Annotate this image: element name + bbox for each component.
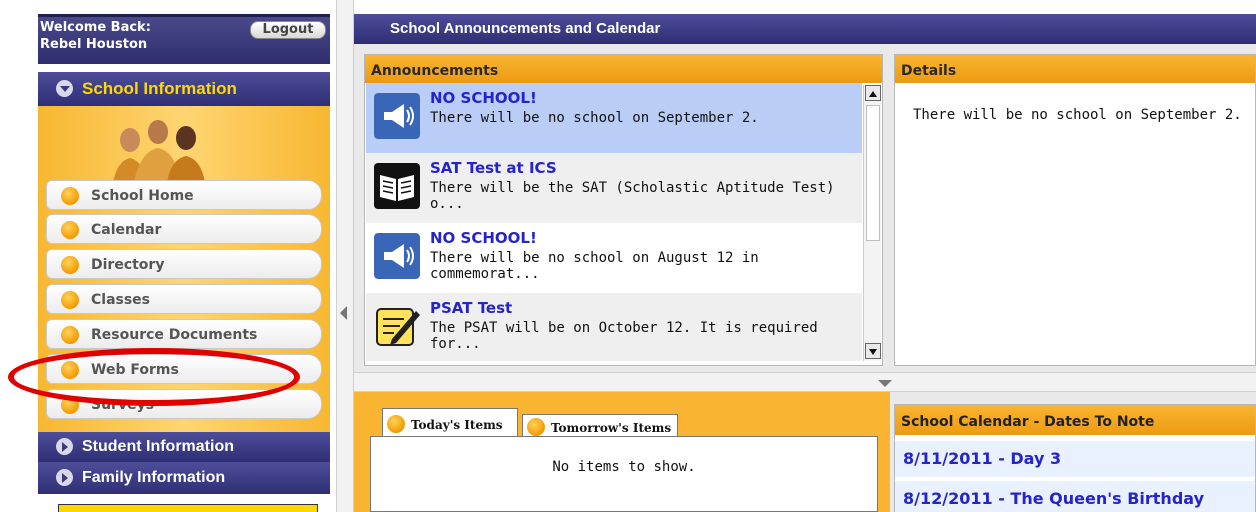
announcement-item[interactable]: SAT Test at ICS There will be the SAT (S… xyxy=(366,153,862,223)
nav-label: Calendar xyxy=(91,222,162,238)
vertical-splitter[interactable] xyxy=(336,0,354,512)
nav-resource-documents[interactable]: Resource Documents xyxy=(46,319,322,349)
pencil-note-icon xyxy=(376,308,420,346)
announcement-item[interactable]: NO SCHOOL! There will be no school on Se… xyxy=(366,83,862,153)
book-icon xyxy=(374,163,420,209)
family-information-label: Family Information xyxy=(82,469,226,486)
chevron-right-icon xyxy=(56,469,73,486)
nav-school-home[interactable]: School Home xyxy=(46,180,322,210)
nav-label: Resource Documents xyxy=(91,327,258,343)
calendar-item[interactable]: 8/11/2011 - Day 3 xyxy=(895,441,1255,477)
orange-bullet-icon xyxy=(61,187,79,205)
tab-todays-items[interactable]: Today's Items xyxy=(382,408,518,438)
orange-bullet-icon xyxy=(61,221,79,239)
family-information-header[interactable]: Family Information xyxy=(38,462,330,494)
orange-bullet-icon xyxy=(527,418,545,436)
nav-calendar[interactable]: Calendar xyxy=(46,214,322,244)
announcement-item[interactable]: NO SCHOOL! There will be no school on Au… xyxy=(366,223,862,293)
school-calendar-header: School Calendar - Dates To Note xyxy=(895,405,1255,435)
sidebar-widget xyxy=(58,504,318,512)
tab-label: Tomorrow's Items xyxy=(551,421,672,435)
welcome-label: Welcome Back: xyxy=(40,20,151,35)
announcement-title: NO SCHOOL! xyxy=(430,229,537,247)
arrow-down-icon xyxy=(869,349,877,355)
collapse-left-icon[interactable] xyxy=(340,306,347,320)
school-information-label: School Information xyxy=(82,79,237,98)
chevron-down-icon xyxy=(56,80,73,97)
scroll-up-button[interactable] xyxy=(865,85,881,101)
school-calendar-panel: School Calendar - Dates To Note 8/11/201… xyxy=(894,404,1256,512)
tab-tomorrows-items[interactable]: Tomorrow's Items xyxy=(522,414,678,438)
logout-button[interactable]: Logout xyxy=(250,21,326,39)
tab-content: No items to show. xyxy=(370,436,878,512)
orange-bullet-icon xyxy=(61,256,79,274)
nav-label: Classes xyxy=(91,292,151,308)
orange-bullet-icon xyxy=(61,326,79,344)
nav-classes[interactable]: Classes xyxy=(46,284,322,314)
student-information-header[interactable]: Student Information xyxy=(38,432,330,462)
welcome-panel: Welcome Back: Rebel Houston Logout xyxy=(38,14,330,64)
orange-bullet-icon xyxy=(387,415,405,433)
announcements-scrollbar[interactable] xyxy=(863,85,881,361)
announcement-desc: There will be no school on September 2. xyxy=(430,110,759,126)
announcements-panel: Announcements NO SCHOOL! There will be n… xyxy=(364,54,883,366)
announcement-item[interactable]: PSAT Test The PSAT will be on October 12… xyxy=(366,293,862,361)
items-tab-panel: Today's Items Tomorrow's Items No items … xyxy=(354,392,890,512)
announcement-desc: The PSAT will be on October 12. It is re… xyxy=(430,320,818,352)
tab-label: Today's Items xyxy=(411,418,503,432)
chevron-right-icon xyxy=(56,438,73,455)
scroll-down-button[interactable] xyxy=(865,343,881,359)
arrow-up-icon xyxy=(869,91,877,97)
school-information-header[interactable]: School Information xyxy=(38,72,330,106)
announcement-title: NO SCHOOL! xyxy=(430,89,537,107)
announcements-list: NO SCHOOL! There will be no school on Se… xyxy=(366,83,862,361)
announcement-title: SAT Test at ICS xyxy=(430,159,557,177)
orange-bullet-icon xyxy=(61,291,79,309)
highlight-oval-annotation xyxy=(8,348,300,406)
nav-label: School Home xyxy=(91,188,194,204)
nav-directory[interactable]: Directory xyxy=(46,249,322,279)
details-text: There will be no school on September 2. xyxy=(913,107,1242,123)
megaphone-icon xyxy=(374,233,420,279)
collapse-down-icon[interactable] xyxy=(878,380,892,387)
scrollbar-thumb[interactable] xyxy=(866,105,880,241)
details-panel: Details There will be no school on Septe… xyxy=(894,54,1256,366)
megaphone-icon xyxy=(374,93,420,139)
announcements-header: Announcements xyxy=(365,55,882,83)
empty-message: No items to show. xyxy=(552,459,696,475)
announcement-title: PSAT Test xyxy=(430,299,513,317)
details-header: Details xyxy=(895,55,1255,83)
announcement-desc: There will be the SAT (Scholastic Aptitu… xyxy=(430,180,835,212)
horizontal-splitter[interactable] xyxy=(354,372,1256,392)
nav-label: Directory xyxy=(91,257,165,273)
student-information-label: Student Information xyxy=(82,438,234,455)
calendar-item[interactable]: 8/12/2011 - The Queen's Birthday xyxy=(895,481,1255,512)
page-title: School Announcements and Calendar xyxy=(354,14,1256,44)
user-name: Rebel Houston xyxy=(40,37,148,52)
announcement-desc: There will be no school on August 12 in … xyxy=(430,250,759,282)
